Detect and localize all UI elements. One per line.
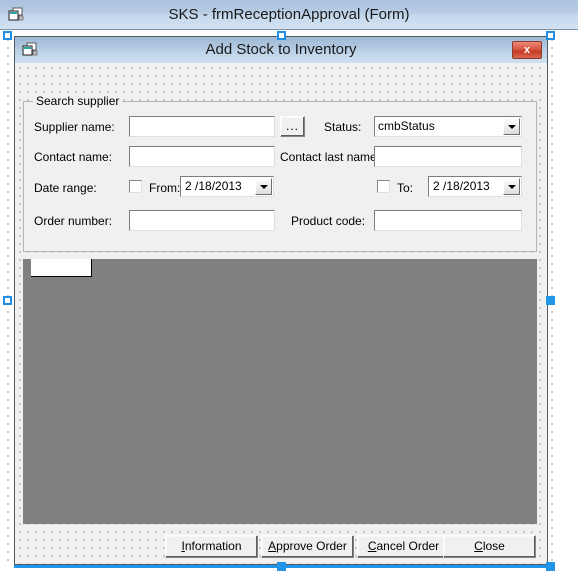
to-date-value: 2 /18/2013	[433, 179, 490, 193]
selection-handle-top-center[interactable]	[277, 31, 286, 40]
cancel-order-button-label: Cancel Order	[367, 539, 440, 553]
status-combobox-value: cmbStatus	[378, 119, 435, 133]
information-button[interactable]: Information	[165, 535, 258, 558]
outer-window-title: SKS - frmReceptionApproval (Form)	[168, 6, 410, 23]
selection-handle-bottom-center[interactable]	[277, 562, 286, 571]
from-label: From:	[149, 181, 181, 195]
groupbox-legend: Search supplier	[33, 94, 123, 108]
from-date-picker[interactable]: 2 /18/2013	[180, 176, 274, 197]
selection-handle-top-right[interactable]	[546, 31, 555, 40]
form-button-strip: Information Approve Order Cancel Order C…	[15, 529, 547, 564]
close-button[interactable]: Close	[443, 535, 536, 558]
supplier-name-label: Supplier name:	[34, 120, 115, 134]
designer-surface[interactable]: Add Stock to Inventory x Search supplier…	[0, 30, 578, 580]
visual-studio-form-designer-window: SKS - frmReceptionApproval (Form) Add St…	[0, 0, 578, 580]
outer-window-titlebar: SKS - frmReceptionApproval (Form)	[0, 0, 578, 30]
date-range-label: Date range:	[34, 181, 97, 195]
datagrid-header-corner-cell[interactable]	[31, 259, 92, 277]
to-date-picker[interactable]: 2 /18/2013	[428, 176, 522, 197]
to-date-checkbox[interactable]	[377, 180, 390, 193]
to-label: To:	[397, 181, 414, 195]
contact-name-label: Contact name:	[34, 150, 113, 164]
browse-button-label: ...	[285, 119, 299, 133]
approve-order-button[interactable]: Approve Order	[261, 535, 354, 558]
close-button-label: Close	[474, 539, 505, 553]
close-icon[interactable]: x	[512, 41, 542, 59]
selection-handle-bottom-right[interactable]	[546, 562, 555, 571]
supplier-name-input[interactable]	[129, 116, 275, 137]
add-stock-to-inventory-form[interactable]: Add Stock to Inventory x Search supplier…	[14, 36, 548, 565]
contact-last-name-input[interactable]	[374, 146, 522, 167]
status-combobox[interactable]: cmbStatus	[374, 116, 522, 137]
browse-supplier-button[interactable]: ...	[280, 116, 305, 137]
from-date-checkbox[interactable]	[129, 180, 142, 193]
selection-handle-middle-left[interactable]	[3, 296, 12, 305]
form-client-area[interactable]: Search supplier Supplier name: ... Statu…	[15, 63, 547, 564]
approve-order-button-label: Approve Order	[268, 539, 347, 553]
search-supplier-groupbox: Search supplier Supplier name: ... Statu…	[23, 94, 537, 252]
status-label: Status:	[324, 120, 362, 134]
product-code-input[interactable]	[374, 210, 522, 231]
inner-form-titlebar[interactable]: Add Stock to Inventory x	[15, 37, 547, 63]
contact-last-name-label: Contact last name:	[280, 150, 381, 164]
order-number-label: Order number:	[34, 214, 113, 228]
inner-form-title: Add Stock to Inventory	[205, 41, 357, 58]
cancel-order-button[interactable]: Cancel Order	[357, 535, 450, 558]
contact-name-input[interactable]	[129, 146, 275, 167]
product-code-label: Product code:	[291, 214, 366, 228]
chevron-down-icon[interactable]	[503, 178, 520, 195]
information-button-label: Information	[181, 539, 242, 553]
selection-handle-middle-right[interactable]	[546, 296, 555, 305]
chevron-down-icon[interactable]	[255, 178, 272, 195]
selection-handle-top-left[interactable]	[3, 31, 12, 40]
chevron-down-icon[interactable]	[503, 118, 520, 135]
from-date-value: 2 /18/2013	[185, 179, 242, 193]
order-number-input[interactable]	[129, 210, 275, 231]
orders-datagrid-panel[interactable]	[23, 259, 537, 524]
